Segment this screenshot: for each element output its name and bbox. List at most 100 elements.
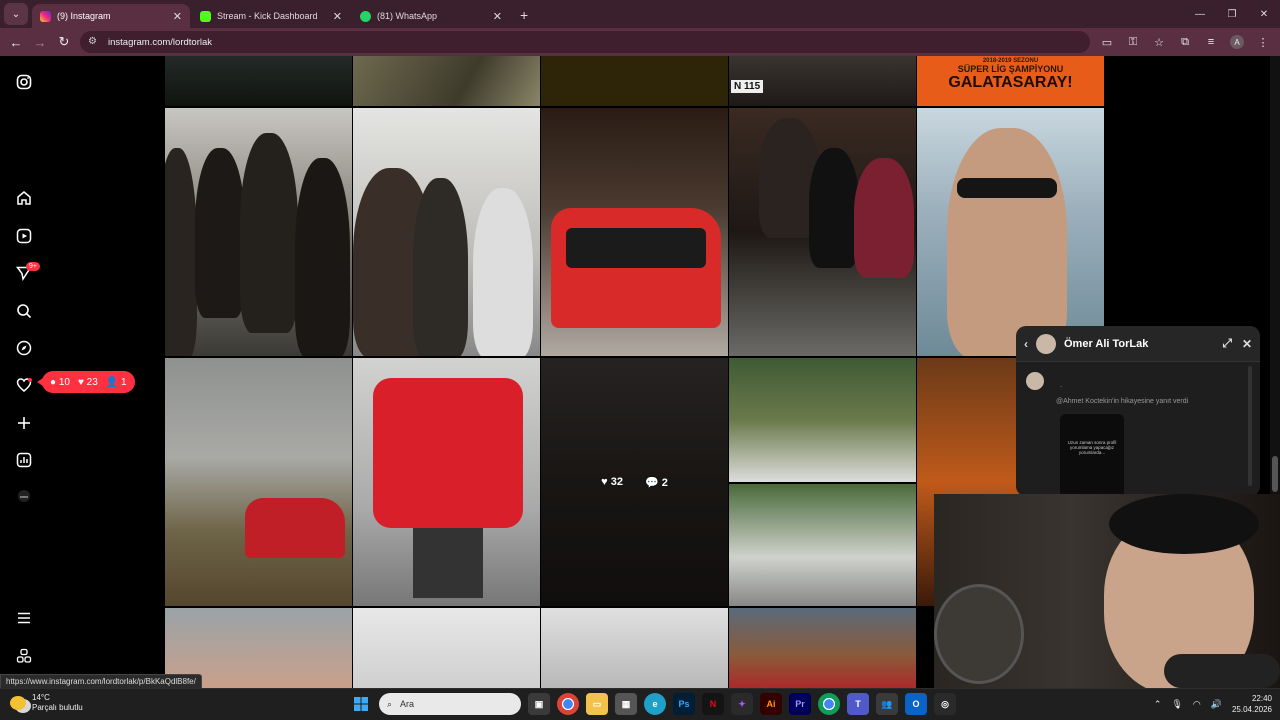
post-thumbnail[interactable] [917, 108, 1104, 356]
post-thumbnail[interactable] [165, 56, 352, 106]
bookmark-star-icon[interactable]: ☆ [1148, 31, 1170, 53]
tab-instagram[interactable]: (9) Instagram ✕ [32, 4, 190, 28]
tab-search-button[interactable]: ⌄ [4, 3, 28, 25]
back-icon[interactable]: ← [4, 30, 28, 54]
reload-icon[interactable]: ↻ [52, 30, 76, 54]
cast-icon[interactable]: ▭ [1096, 31, 1118, 53]
dashboard-stats-icon[interactable] [14, 450, 34, 470]
post-thumbnail[interactable] [353, 608, 540, 688]
url-text: instagram.com/lordtorlak [108, 36, 213, 48]
restore-icon[interactable]: ❐ [1216, 0, 1248, 28]
instagram-sidebar: 9+ [0, 56, 48, 688]
notifications-summary-pill[interactable]: ● 10 ♥ 23 👤 1 [37, 371, 135, 393]
photoshop-icon[interactable]: Ps [673, 693, 695, 715]
premiere-icon[interactable]: Pr [789, 693, 811, 715]
explore-compass-icon[interactable] [14, 338, 34, 358]
chat-messages: . @Ahmet Koctekin'in hikayesine yanıt ve… [1016, 362, 1260, 496]
chat-contact-name[interactable]: Ömer Ali TorLak [1064, 338, 1212, 350]
notifications-heart-icon[interactable] [14, 375, 34, 395]
windows-start-icon[interactable] [350, 693, 372, 715]
forward-icon[interactable]: → [28, 30, 52, 54]
post-thumbnail[interactable] [353, 56, 540, 106]
post-thumbnail[interactable]: 2018-2019 SEZONU SÜPER LİG ŞAMPİYONU GAL… [917, 56, 1104, 106]
weather-widget[interactable]: 14°C Parçalı bulutlu [10, 693, 83, 713]
comment-icon: ● [50, 376, 57, 388]
post-thumbnail[interactable]: N 115 [729, 56, 916, 106]
banner-line2: GALATASARAY! [948, 74, 1073, 91]
close-tab-icon[interactable]: ✕ [173, 10, 182, 23]
chat-avatar[interactable] [1036, 333, 1056, 354]
network-icon[interactable]: ◠ [1193, 699, 1201, 710]
taskbar-search[interactable]: ⌕ Ara [379, 693, 521, 715]
back-chevron-icon[interactable]: ‹ [1024, 337, 1028, 351]
person-icon: 👤 [105, 376, 119, 388]
site-info-icon[interactable]: ⚙ [88, 36, 100, 48]
profile-avatar-icon[interactable] [14, 486, 34, 506]
tab-whatsapp[interactable]: (81) WhatsApp ✕ [352, 4, 510, 28]
page-viewport: 9+ ● 10 ♥ 23 👤 1 N 115 2018-2019 SEZONU … [0, 56, 1280, 688]
teams-icon[interactable]: T [847, 693, 869, 715]
threads-meta-icon[interactable] [14, 646, 34, 666]
tab-title: (81) WhatsApp [377, 11, 438, 21]
post-thumbnail[interactable] [541, 108, 728, 356]
tray-expand-icon[interactable]: ⌃ [1154, 699, 1162, 710]
people-icon[interactable]: 👥 [876, 693, 898, 715]
heart-icon: ♥ [601, 476, 608, 488]
address-bar[interactable]: ⚙ instagram.com/lordtorlak [80, 31, 1090, 53]
instagram-icon [40, 10, 51, 22]
microphone-icon[interactable]: 🎙 [1171, 699, 1182, 710]
close-tab-icon[interactable]: ✕ [333, 10, 342, 23]
profile-avatar[interactable]: A [1230, 35, 1244, 49]
post-thumbnail[interactable] [729, 484, 916, 606]
netflix-icon[interactable]: N [702, 693, 724, 715]
search-icon[interactable] [14, 301, 34, 321]
outlook-icon[interactable]: O [905, 693, 927, 715]
post-thumbnail[interactable] [541, 56, 728, 106]
post-thumbnail[interactable] [353, 358, 540, 606]
edge-icon[interactable]: e [644, 693, 666, 715]
instagram-logo-icon[interactable] [14, 72, 34, 92]
menu-kebab-icon[interactable]: ⋮ [1252, 31, 1274, 53]
chat-scrollbar[interactable] [1248, 366, 1252, 486]
kick-icon [200, 10, 211, 22]
toolbar-actions: ▭ ⚿ ☆ ⧉ ≡ A ⋮ [1096, 31, 1274, 53]
close-tab-icon[interactable]: ✕ [493, 10, 502, 23]
create-plus-icon[interactable] [14, 413, 34, 433]
volume-icon[interactable]: 🔊 [1211, 699, 1222, 710]
new-tab-button[interactable]: + [520, 7, 528, 23]
extensions-icon[interactable]: ⧉ [1174, 31, 1196, 53]
search-icon: ⌕ [387, 698, 393, 709]
file-explorer-icon[interactable]: ▭ [586, 693, 608, 715]
figma-icon[interactable]: ✦ [731, 693, 753, 715]
post-thumbnail[interactable] [165, 358, 352, 606]
tab-kick[interactable]: Stream - Kick Dashboard ✕ [192, 4, 350, 28]
task-view-icon[interactable]: ▣ [528, 693, 550, 715]
chrome-icon[interactable] [557, 693, 579, 715]
app-icon[interactable]: ◎ [934, 693, 956, 715]
weather-desc: Parçalı bulutlu [32, 703, 83, 712]
media-queue-icon[interactable]: ≡ [1200, 31, 1222, 53]
post-thumbnail[interactable] [729, 358, 916, 482]
post-thumbnail[interactable] [353, 108, 540, 356]
illustrator-icon[interactable]: Ai [760, 693, 782, 715]
close-icon[interactable]: ✕ [1242, 337, 1252, 351]
post-thumbnail[interactable] [165, 108, 352, 356]
expand-icon[interactable]: ⤢ [1222, 336, 1232, 351]
post-thumbnail[interactable] [729, 108, 916, 356]
close-window-icon[interactable]: ✕ [1248, 0, 1280, 28]
likes-count: ♥ 23 [77, 376, 98, 388]
home-icon[interactable] [14, 188, 34, 208]
minimize-icon[interactable]: — [1184, 0, 1216, 28]
post-thumbnail[interactable] [541, 608, 728, 688]
password-key-icon[interactable]: ⚿ [1122, 31, 1144, 53]
story-reply-card[interactable]: Uzun zaman sonra profil yorumlama yapaca… [1060, 414, 1124, 496]
post-thumbnail-hovered[interactable]: ♥ 32 💬 2 [541, 358, 728, 606]
license-plate-text: N 115 [731, 80, 764, 93]
scrollbar-thumb[interactable] [1272, 456, 1278, 492]
more-menu-icon[interactable] [14, 608, 34, 628]
chrome-active-icon[interactable] [818, 693, 840, 715]
post-thumbnail[interactable] [729, 608, 916, 688]
reels-icon[interactable] [14, 226, 34, 246]
clock[interactable]: 22:40 25.04.2026 [1232, 693, 1272, 715]
store-icon[interactable]: ▦ [615, 693, 637, 715]
